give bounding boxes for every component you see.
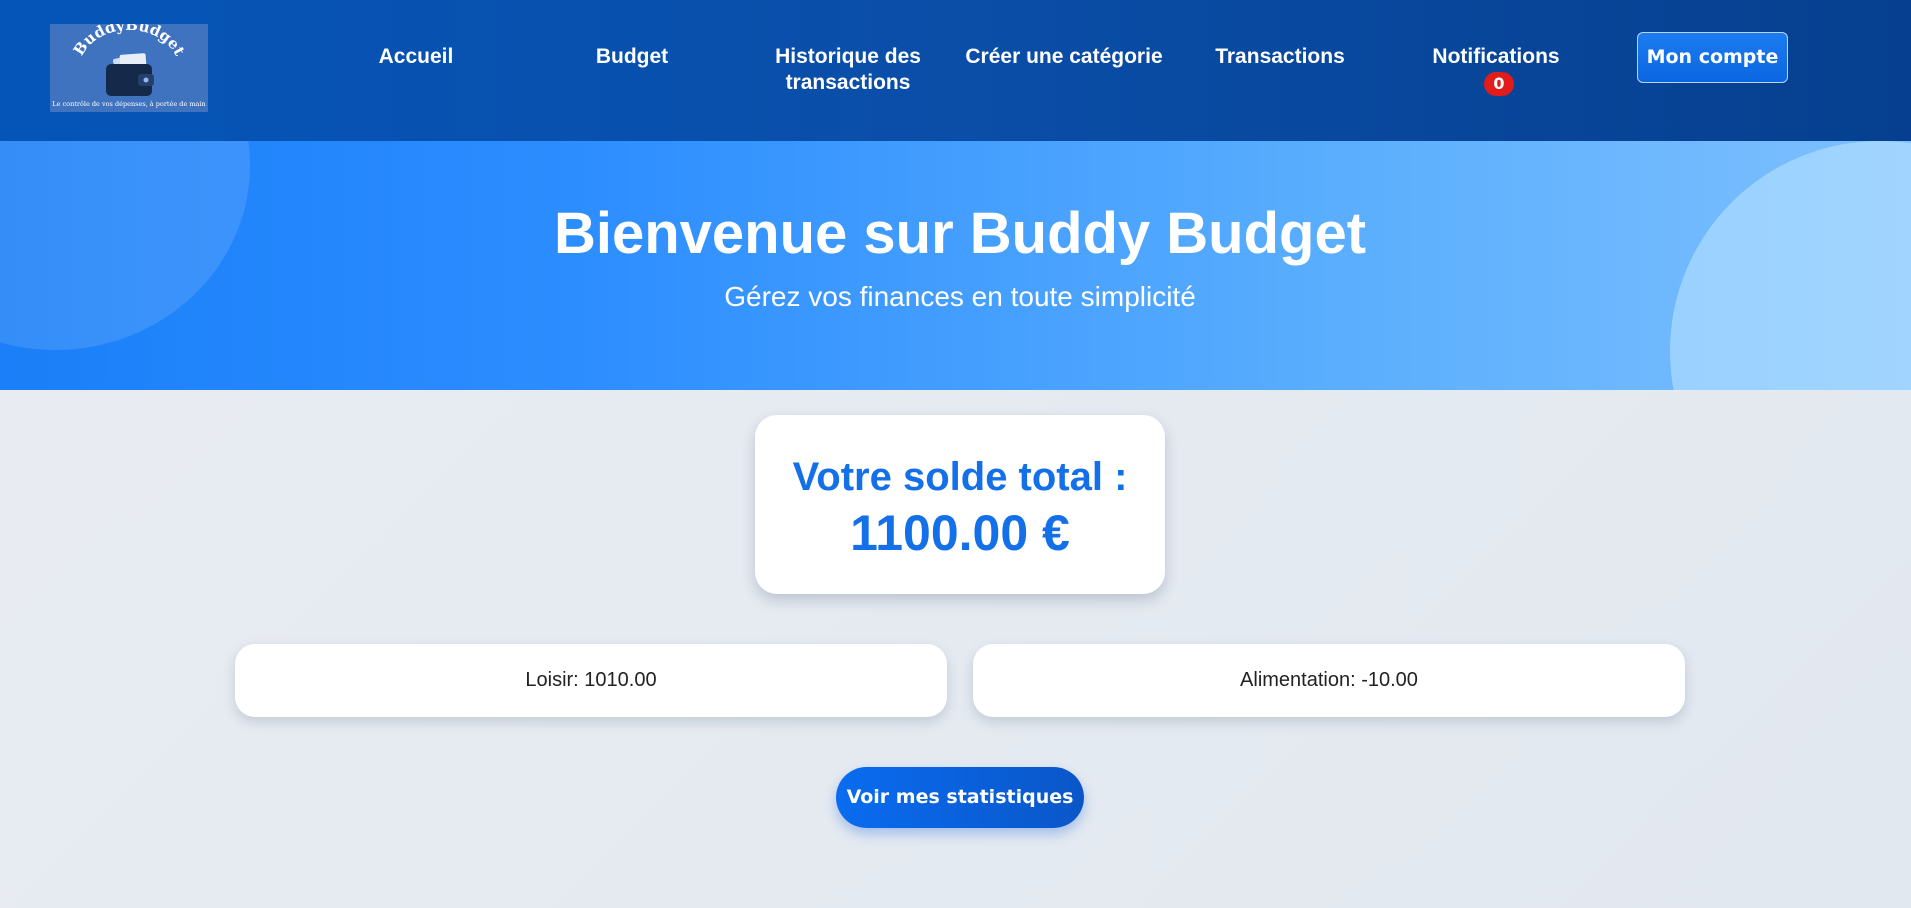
wallet-icon: BuddyBudget Le contrôle de vos dépenses,… <box>52 24 205 108</box>
nav-budget[interactable]: Budget <box>532 44 732 70</box>
notification-count-badge: 0 <box>1484 72 1514 96</box>
balance-value: 1100.00 € <box>850 505 1070 561</box>
svg-text:BuddyBudget: BuddyBudget <box>70 24 189 59</box>
category-card-loisir: Loisir: 1010.00 <box>235 644 947 717</box>
svg-text:Le contrôle de vos dépenses, à: Le contrôle de vos dépenses, à portée de… <box>52 99 205 108</box>
nav-historique-transactions[interactable]: Historique des transactions <box>748 44 948 96</box>
hero-title: Bienvenue sur Buddy Budget <box>553 201 1367 266</box>
nav-transactions[interactable]: Transactions <box>1180 44 1380 70</box>
nav-accueil[interactable]: Accueil <box>316 44 516 70</box>
logo[interactable]: BuddyBudget Le contrôle de vos dépenses,… <box>50 24 208 112</box>
account-button[interactable]: Mon compte <box>1637 32 1788 83</box>
total-balance-card: Votre solde total : 1100.00 € <box>755 415 1165 594</box>
nav-notifications[interactable]: Notifications <box>1396 44 1596 70</box>
hero-banner: Bienvenue sur Buddy Budget Gérez vos fin… <box>0 141 1911 390</box>
category-card-alimentation: Alimentation: -10.00 <box>973 644 1685 717</box>
nav-creer-categorie[interactable]: Créer une catégorie <box>964 44 1164 70</box>
hero-subtitle: Gérez vos finances en toute simplicité <box>724 281 1196 312</box>
balance-label: Votre solde total : <box>792 455 1128 499</box>
view-statistics-button[interactable]: Voir mes statistiques <box>836 767 1084 828</box>
top-header: BuddyBudget Le contrôle de vos dépenses,… <box>0 0 1911 141</box>
